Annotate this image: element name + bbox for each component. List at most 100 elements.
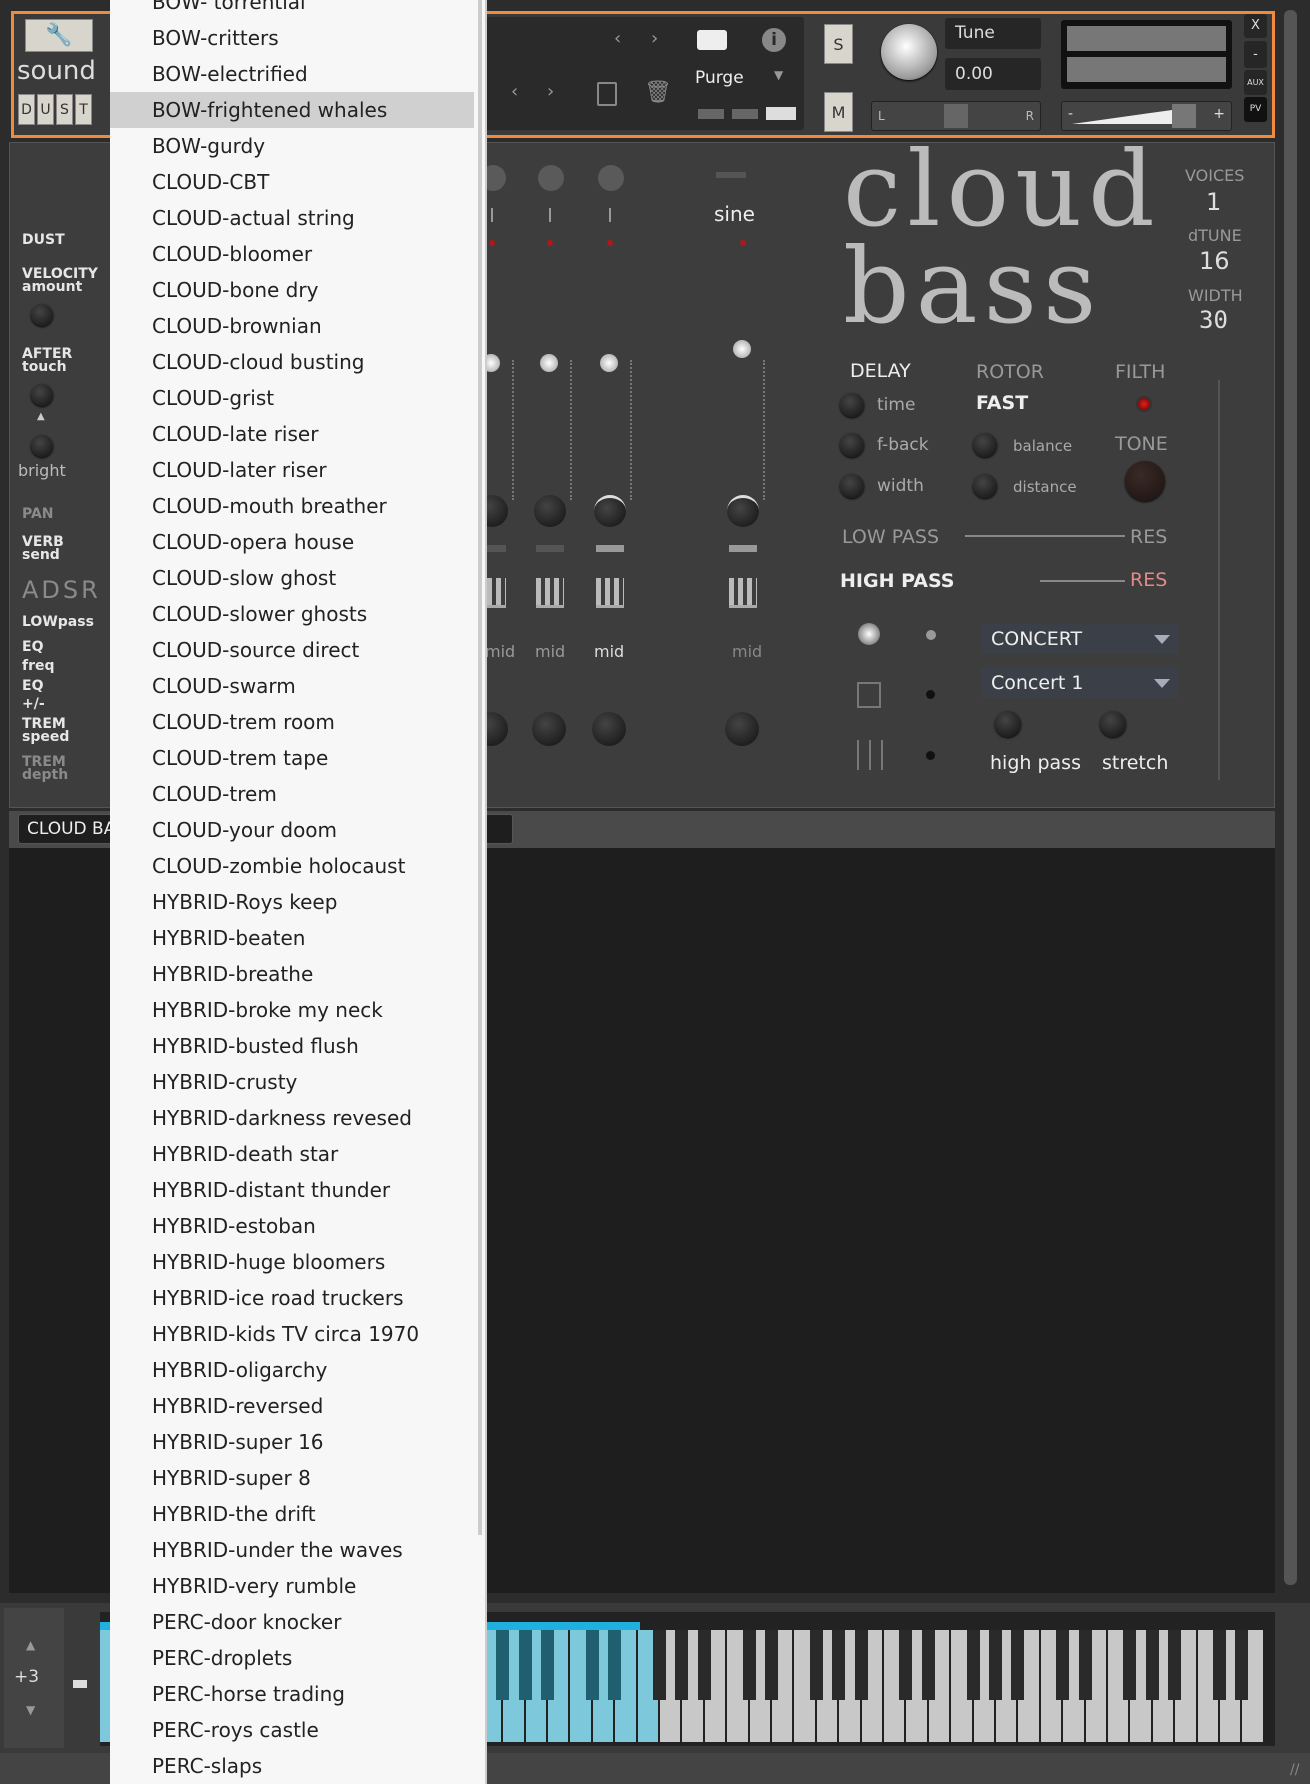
menu-item[interactable]: CLOUD-opera house [110, 524, 474, 560]
black-key[interactable] [1123, 1630, 1137, 1700]
filth-led-button[interactable] [1136, 396, 1152, 412]
channel-knob[interactable] [594, 495, 626, 527]
mode-bars-icon[interactable] [857, 740, 883, 770]
black-key[interactable] [585, 1630, 599, 1700]
menu-item[interactable]: PERC-door knocker [110, 1604, 474, 1640]
menu-item[interactable]: CLOUD-mouth breather [110, 488, 474, 524]
menu-item[interactable]: HYBRID-super 8 [110, 1460, 474, 1496]
menu-item[interactable]: HYBRID-death star [110, 1136, 474, 1172]
dtune-value[interactable]: 16 [1199, 247, 1230, 275]
menu-item[interactable]: HYBRID-ice road truckers [110, 1280, 474, 1316]
trash-icon[interactable]: 🗑 [644, 80, 672, 105]
rotor-balance-knob[interactable] [973, 433, 997, 457]
channel-knob[interactable] [532, 712, 566, 746]
velocity-knob[interactable] [31, 304, 53, 326]
channel-fader-handle[interactable] [600, 354, 618, 372]
high-pass-knob[interactable] [995, 711, 1021, 737]
stretch-knob[interactable] [1100, 711, 1126, 737]
high-pass-slider[interactable] [1040, 580, 1125, 582]
mode-radial-icon[interactable] [858, 623, 880, 645]
delay-width-knob[interactable] [840, 474, 864, 498]
menu-item[interactable]: HYBRID-distant thunder [110, 1172, 474, 1208]
preset-select[interactable]: Concert 1 [981, 668, 1178, 698]
menu-item[interactable]: HYBRID-super 16 [110, 1424, 474, 1460]
channel-fader-handle[interactable] [540, 354, 558, 372]
pan-slider[interactable]: L R [871, 101, 1041, 131]
prev-preset-arrow[interactable]: ‹ [511, 81, 518, 102]
menu-item[interactable]: PERC-slaps [110, 1748, 474, 1784]
menu-item[interactable]: CLOUD-zombie holocaust [110, 848, 474, 884]
menu-item[interactable]: CLOUD-bone dry [110, 272, 474, 308]
black-key[interactable] [966, 1630, 980, 1700]
delay-time-knob[interactable] [840, 393, 864, 417]
menu-item[interactable]: HYBRID-under the waves [110, 1532, 474, 1568]
wrench-button[interactable]: 🔧 [25, 19, 93, 52]
menu-item[interactable]: PERC-horse trading [110, 1676, 474, 1712]
menu-item[interactable]: CLOUD-trem tape [110, 740, 474, 776]
solo-button[interactable]: S [824, 24, 853, 64]
menu-item[interactable]: HYBRID-beaten [110, 920, 474, 956]
aux-button[interactable]: AUX [1244, 70, 1267, 95]
info-icon[interactable]: i [762, 28, 786, 52]
menu-item[interactable]: CLOUD-grist [110, 380, 474, 416]
black-key[interactable] [921, 1630, 935, 1700]
channel-knob[interactable] [534, 495, 566, 527]
menu-item[interactable]: PERC-droplets [110, 1640, 474, 1676]
rotor-distance-knob[interactable] [973, 474, 997, 498]
black-key[interactable] [989, 1630, 1002, 1700]
black-key[interactable] [899, 1630, 913, 1700]
menu-item[interactable]: HYBRID-busted flush [110, 1028, 474, 1064]
room-select[interactable]: CONCERT [981, 624, 1178, 654]
volume-knob[interactable] [881, 24, 937, 80]
menu-scrollbar[interactable] [478, 0, 482, 1535]
menu-item[interactable]: HYBRID-huge bloomers [110, 1244, 474, 1280]
black-key[interactable] [1011, 1630, 1025, 1700]
black-key[interactable] [1213, 1630, 1226, 1700]
menu-item[interactable]: BOW-critters [110, 20, 474, 56]
tone-knob[interactable] [1125, 461, 1165, 501]
menu-item[interactable]: CLOUD-trem [110, 776, 474, 812]
high-pass-res-label[interactable]: RES [1130, 569, 1167, 591]
menu-item[interactable]: CLOUD-swarm [110, 668, 474, 704]
black-key[interactable] [854, 1630, 868, 1700]
low-pass-slider[interactable] [965, 535, 1125, 537]
mute-button[interactable]: M [824, 92, 853, 132]
menu-item[interactable]: CLOUD-CBT [110, 164, 474, 200]
black-key[interactable] [1078, 1630, 1092, 1700]
black-key[interactable] [496, 1630, 510, 1700]
minimize-button[interactable]: - [1244, 41, 1267, 68]
menu-item[interactable]: HYBRID-oligarchy [110, 1352, 474, 1388]
menu-item[interactable]: CLOUD-brownian [110, 308, 474, 344]
menu-item[interactable]: CLOUD-actual string [110, 200, 474, 236]
octave-up-arrow[interactable]: ▲ [26, 1638, 35, 1652]
bright-knob[interactable] [31, 435, 53, 457]
menu-item[interactable]: HYBRID-kids TV circa 1970 [110, 1316, 474, 1352]
pitch-wheel[interactable] [73, 1680, 87, 1688]
black-key[interactable] [742, 1630, 756, 1700]
low-pass-res-label[interactable]: RES [1130, 526, 1167, 548]
octave-down-arrow[interactable]: ▼ [26, 1703, 35, 1717]
menu-item[interactable]: HYBRID-crusty [110, 1064, 474, 1100]
black-key[interactable] [1168, 1630, 1182, 1700]
vertical-scrollbar[interactable] [1284, 10, 1297, 1585]
pv-button[interactable]: PV [1244, 97, 1267, 122]
volume-slider[interactable]: - + [1061, 101, 1232, 131]
black-key[interactable] [1145, 1630, 1159, 1700]
purge-dropdown[interactable]: Purge [695, 68, 744, 88]
black-key[interactable] [653, 1630, 666, 1700]
prev-instrument-arrow[interactable]: ‹ [614, 28, 621, 49]
width-value[interactable]: 30 [1199, 306, 1228, 334]
menu-item[interactable]: CLOUD-trem room [110, 704, 474, 740]
black-key[interactable] [1235, 1630, 1249, 1700]
menu-item[interactable]: HYBRID-darkness revesed [110, 1100, 474, 1136]
black-key[interactable] [765, 1630, 778, 1700]
menu-item[interactable]: HYBRID-estoban [110, 1208, 474, 1244]
resize-grip-icon[interactable]: // [1290, 1762, 1299, 1778]
rotor-speed-toggle[interactable]: FAST [976, 392, 1028, 414]
black-key[interactable] [675, 1630, 689, 1700]
channel-fader-handle[interactable] [733, 340, 751, 358]
save-icon[interactable] [597, 82, 617, 106]
menu-item[interactable]: HYBRID-broke my neck [110, 992, 474, 1028]
black-key[interactable] [518, 1630, 532, 1700]
channel-knob[interactable] [727, 495, 759, 527]
